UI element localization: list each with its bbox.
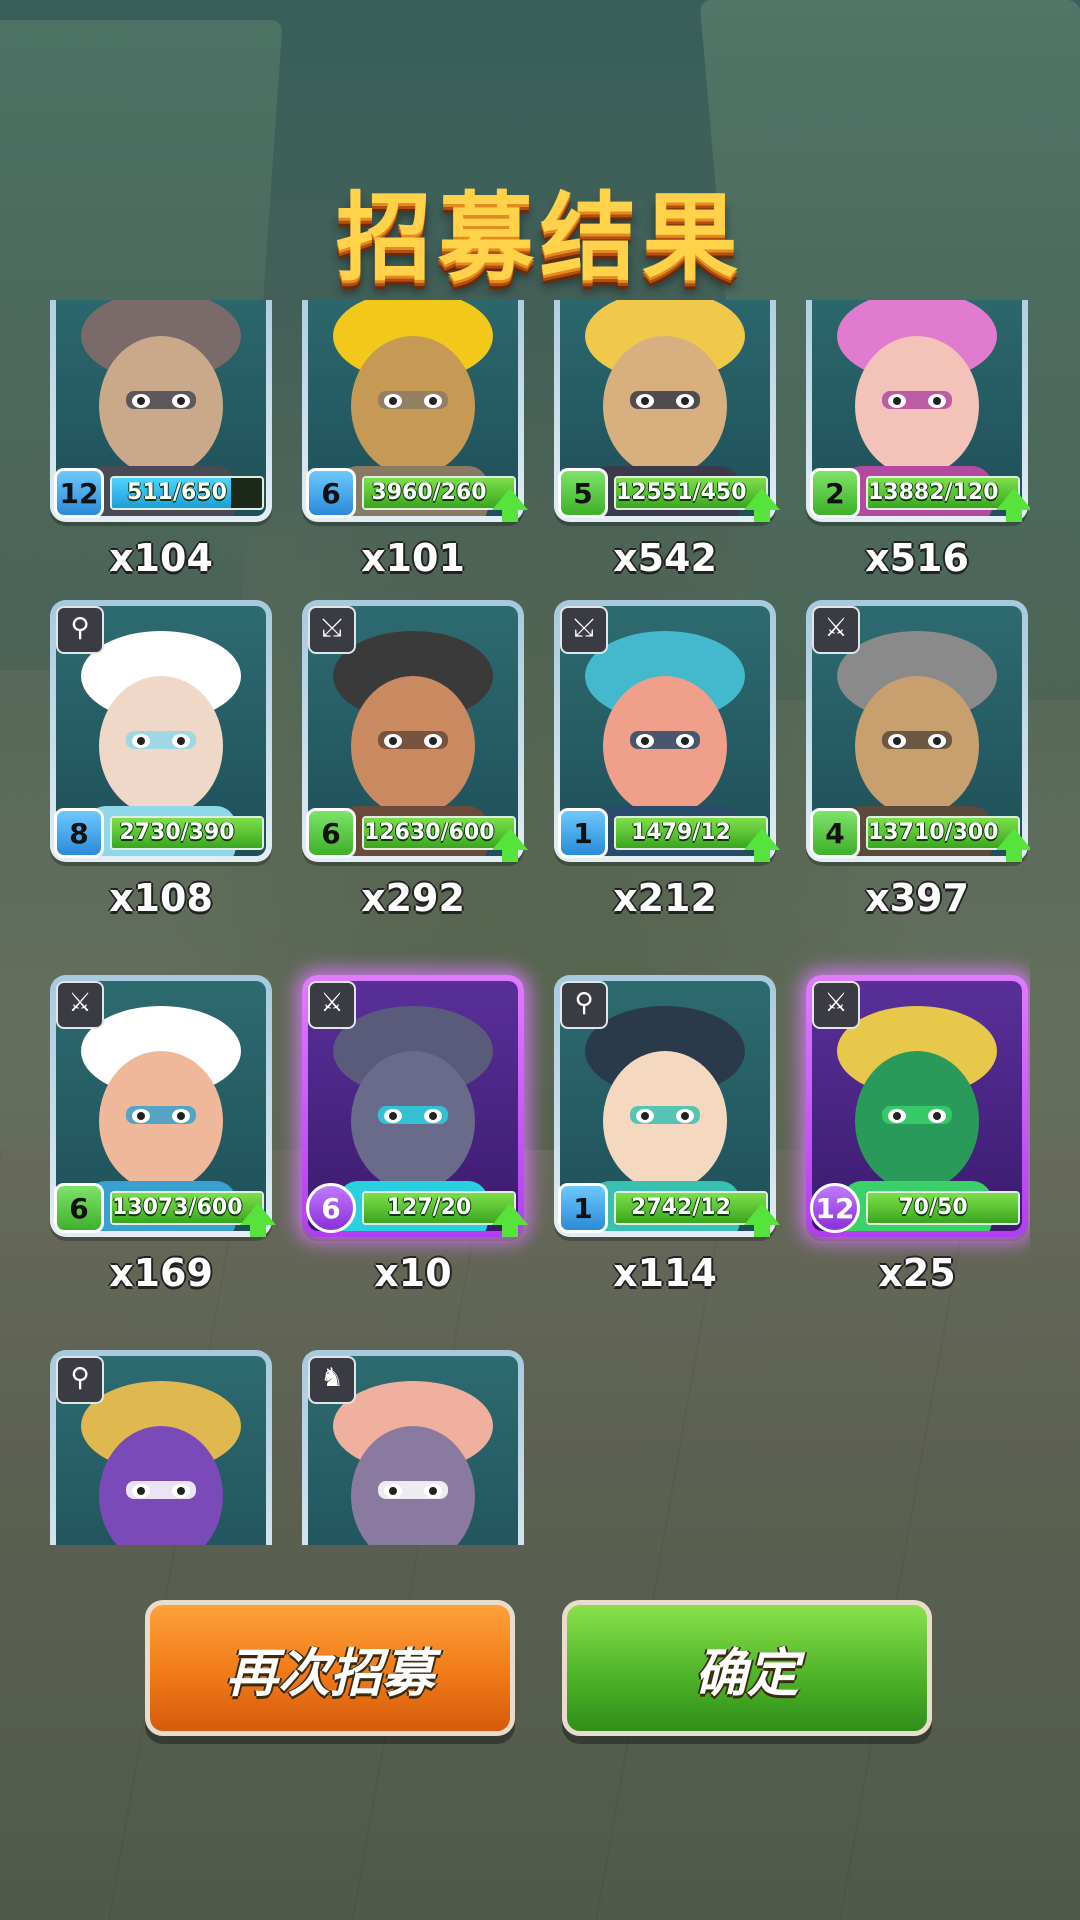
crossbow-icon: ⤩ xyxy=(560,606,608,654)
sword-icon: ⚔ xyxy=(308,981,356,1029)
hero-portrait-frame[interactable]: ♞ xyxy=(302,1350,524,1545)
hero-portrait-frame[interactable]: ⤩ 6 12630/600 xyxy=(302,600,528,862)
page-title: 招募结果 xyxy=(336,182,744,294)
hero-card-14[interactable]: ♞ xyxy=(302,1350,524,1545)
hero-count: x108 xyxy=(109,876,213,920)
hero-card-12[interactable]: ⚔ 12 70/50 x25 xyxy=(806,975,1028,1295)
sword-icon: ⚔ xyxy=(56,981,104,1029)
staff-icon: ⚲ xyxy=(56,606,104,654)
hero-card-1[interactable]: 12 511/650 x104 xyxy=(50,300,272,580)
hero-card-4[interactable]: 2 13882/120 x516 xyxy=(806,300,1030,580)
progress-text: 13710/300 xyxy=(868,820,999,845)
hero-count: x25 xyxy=(878,1251,956,1295)
hero-result-grid[interactable]: 12 511/650 x104 6 3960/260 x101 5 12551/450 x542… xyxy=(50,300,1030,1545)
progress-text: 12551/450 xyxy=(616,480,747,505)
crossbow-icon: ⤩ xyxy=(308,606,356,654)
hero-count: x212 xyxy=(613,876,717,920)
horse-icon: ♞ xyxy=(308,1356,356,1404)
progress-text: 511/650 xyxy=(127,480,227,505)
hero-card-9[interactable]: ⚔ 6 13073/600 x169 xyxy=(50,975,276,1295)
hero-card-5[interactable]: ⚲ 8 2730/390 x108 xyxy=(50,600,272,920)
hero-level-badge: 5 xyxy=(558,468,608,518)
progress-text: 70/50 xyxy=(898,1195,968,1220)
upgrade-arrow-icon xyxy=(240,1203,276,1237)
upgrade-arrow-icon xyxy=(744,1203,780,1237)
hero-card-2[interactable]: 6 3960/260 x101 xyxy=(302,300,528,580)
hero-level-badge: 12 xyxy=(54,468,104,518)
upgrade-arrow-icon xyxy=(996,488,1030,522)
progress-text: 127/20 xyxy=(386,1195,472,1220)
hero-portrait-frame[interactable]: ⚲ 1 2742/12 xyxy=(554,975,780,1237)
upgrade-arrow-icon xyxy=(492,488,528,522)
hero-level-badge: 6 xyxy=(306,1183,356,1233)
hero-shard-progress-bar: 511/650 xyxy=(110,476,264,510)
hero-level-badge: 8 xyxy=(54,808,104,858)
hero-card-6[interactable]: ⤩ 6 12630/600 x292 xyxy=(302,600,528,920)
sword-icon: ⚔ xyxy=(812,606,860,654)
hero-card-8[interactable]: ⚔ 4 13710/300 x397 xyxy=(806,600,1030,920)
hero-level-badge: 1 xyxy=(558,808,608,858)
hero-level-badge: 2 xyxy=(810,468,860,518)
hero-level-badge: 12 xyxy=(810,1183,860,1233)
hero-card-13[interactable]: ⚲ xyxy=(50,1350,272,1545)
hero-card-3[interactable]: 5 12551/450 x542 xyxy=(554,300,780,580)
confirm-button[interactable]: 确定 xyxy=(562,1600,932,1736)
upgrade-arrow-icon xyxy=(996,828,1030,862)
hero-count: x516 xyxy=(865,536,969,580)
upgrade-arrow-icon xyxy=(744,828,780,862)
hero-portrait-frame[interactable]: ⚔ 6 13073/600 xyxy=(50,975,276,1237)
hero-portrait-frame[interactable]: 5 12551/450 xyxy=(554,300,780,522)
hero-portrait-frame[interactable]: ⚔ 4 13710/300 xyxy=(806,600,1030,862)
progress-text: 13073/600 xyxy=(112,1195,243,1220)
progress-text: 2742/12 xyxy=(631,1195,731,1220)
upgrade-arrow-icon xyxy=(492,1203,528,1237)
hero-level-badge: 6 xyxy=(54,1183,104,1233)
hero-portrait-frame[interactable]: 2 13882/120 xyxy=(806,300,1030,522)
hero-level-badge: 6 xyxy=(306,468,356,518)
hero-count: x292 xyxy=(361,876,465,920)
hero-portrait-frame[interactable]: ⚲ 8 2730/390 xyxy=(50,600,272,862)
hero-portrait-frame[interactable]: 6 3960/260 xyxy=(302,300,528,522)
hero-level-badge: 1 xyxy=(558,1183,608,1233)
hero-card-7[interactable]: ⤩ 1 1479/12 x212 xyxy=(554,600,780,920)
hero-count: x542 xyxy=(613,536,717,580)
staff-icon: ⚲ xyxy=(56,1356,104,1404)
hero-card-11[interactable]: ⚲ 1 2742/12 x114 xyxy=(554,975,780,1295)
hero-shard-progress-bar: 2730/390 xyxy=(110,816,264,850)
progress-text: 13882/120 xyxy=(868,480,999,505)
hero-count: x104 xyxy=(109,536,213,580)
upgrade-arrow-icon xyxy=(744,488,780,522)
recruit-again-button[interactable]: 再次招募 xyxy=(145,1600,515,1736)
staff-icon: ⚲ xyxy=(560,981,608,1029)
hero-level-badge: 4 xyxy=(810,808,860,858)
hero-card-10[interactable]: ⚔ 6 127/20 x10 xyxy=(302,975,528,1295)
hero-portrait-frame[interactable]: 12 511/650 xyxy=(50,300,272,522)
hero-level-badge: 6 xyxy=(306,808,356,858)
hero-portrait-frame[interactable]: ⚔ 6 127/20 xyxy=(302,975,528,1237)
hero-portrait-frame[interactable]: ⚔ 12 70/50 xyxy=(806,975,1028,1237)
hero-count: x114 xyxy=(613,1251,717,1295)
hero-count: x397 xyxy=(865,876,969,920)
progress-text: 3960/260 xyxy=(371,480,487,505)
hero-count: x169 xyxy=(109,1251,213,1295)
progress-text: 2730/390 xyxy=(119,820,235,845)
sword-icon: ⚔ xyxy=(812,981,860,1029)
hero-portrait-frame[interactable]: ⚲ xyxy=(50,1350,272,1545)
hero-portrait-frame[interactable]: ⤩ 1 1479/12 xyxy=(554,600,780,862)
progress-text: 1479/12 xyxy=(631,820,731,845)
upgrade-arrow-icon xyxy=(492,828,528,862)
hero-count: x101 xyxy=(361,536,465,580)
hero-shard-progress-bar: 70/50 xyxy=(866,1191,1020,1225)
progress-text: 12630/600 xyxy=(364,820,495,845)
hero-count: x10 xyxy=(374,1251,452,1295)
